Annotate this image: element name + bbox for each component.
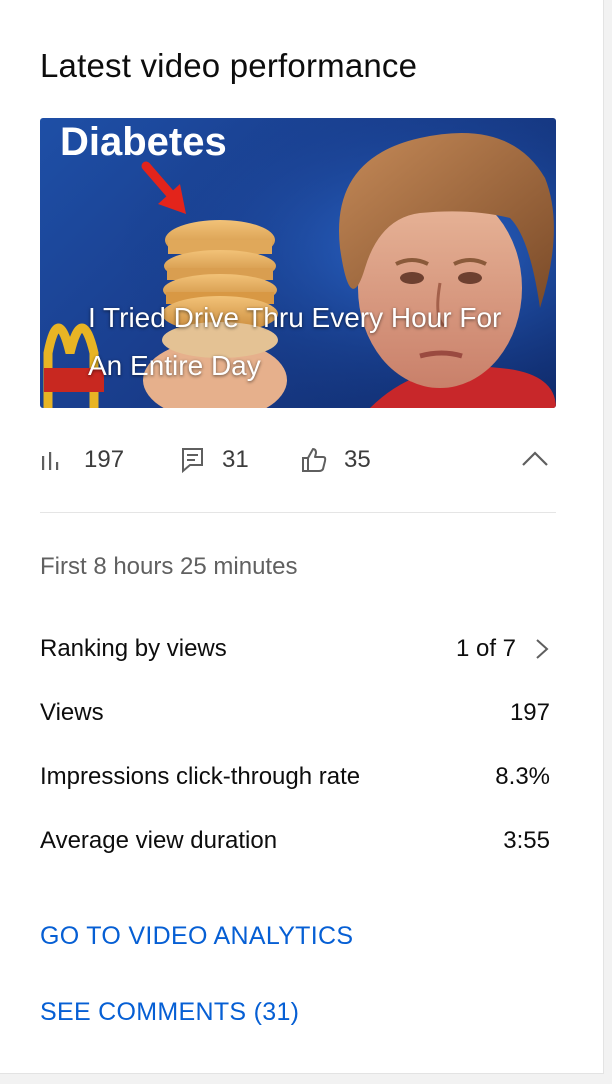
metric-value: 8.3% — [495, 763, 550, 790]
comments-count: 31 — [222, 446, 249, 473]
time-period-label: First 8 hours 25 minutes — [40, 553, 298, 580]
go-to-video-analytics-link[interactable]: GO TO VIDEO ANALYTICS — [40, 922, 353, 951]
ctr-row: Impressions click-through rate 8.3% — [40, 757, 550, 797]
likes-stat: 35 — [300, 436, 371, 484]
comments-stat: 31 — [180, 436, 249, 484]
card-title: Latest video performance — [40, 47, 418, 84]
video-thumbnail[interactable]: Diabetes I Tried Drive Thru Every Hour F… — [40, 118, 556, 408]
ranking-row[interactable]: Ranking by views 1 of 7 — [40, 629, 550, 669]
collapse-button[interactable] — [520, 444, 550, 474]
avg-view-duration-row: Average view duration 3:55 — [40, 821, 550, 861]
metric-label: Impressions click-through rate — [40, 763, 361, 790]
divider — [40, 512, 556, 513]
ranking-value: 1 of 7 — [455, 635, 516, 662]
metric-label: Ranking by views — [40, 635, 227, 662]
likes-count: 35 — [344, 446, 371, 473]
see-comments-link[interactable]: SEE COMMENTS (31) — [40, 998, 299, 1027]
video-title: I Tried Drive Thru Every Hour For An Ent… — [88, 302, 502, 381]
video-stats-row: 197 31 35 — [40, 436, 556, 484]
metric-value: 3:55 — [503, 827, 550, 854]
metric-value: 1 of 7 — [456, 635, 550, 663]
chevron-right-icon[interactable] — [534, 637, 550, 661]
bar-chart-icon — [42, 452, 59, 470]
metric-label: Views — [40, 699, 104, 726]
metric-value: 197 — [509, 699, 550, 726]
views-count: 197 — [84, 446, 125, 473]
thumbs-up-icon — [302, 448, 327, 472]
views-row: Views 197 — [40, 693, 550, 733]
latest-video-card: Latest video performance Diabetes I Trie… — [0, 0, 604, 1074]
thumbnail-tag-text: Diabetes — [60, 120, 227, 164]
chevron-up-icon — [522, 451, 548, 466]
metric-label: Average view duration — [40, 827, 278, 854]
views-stat: 197 — [40, 436, 124, 484]
comment-icon — [182, 448, 203, 474]
